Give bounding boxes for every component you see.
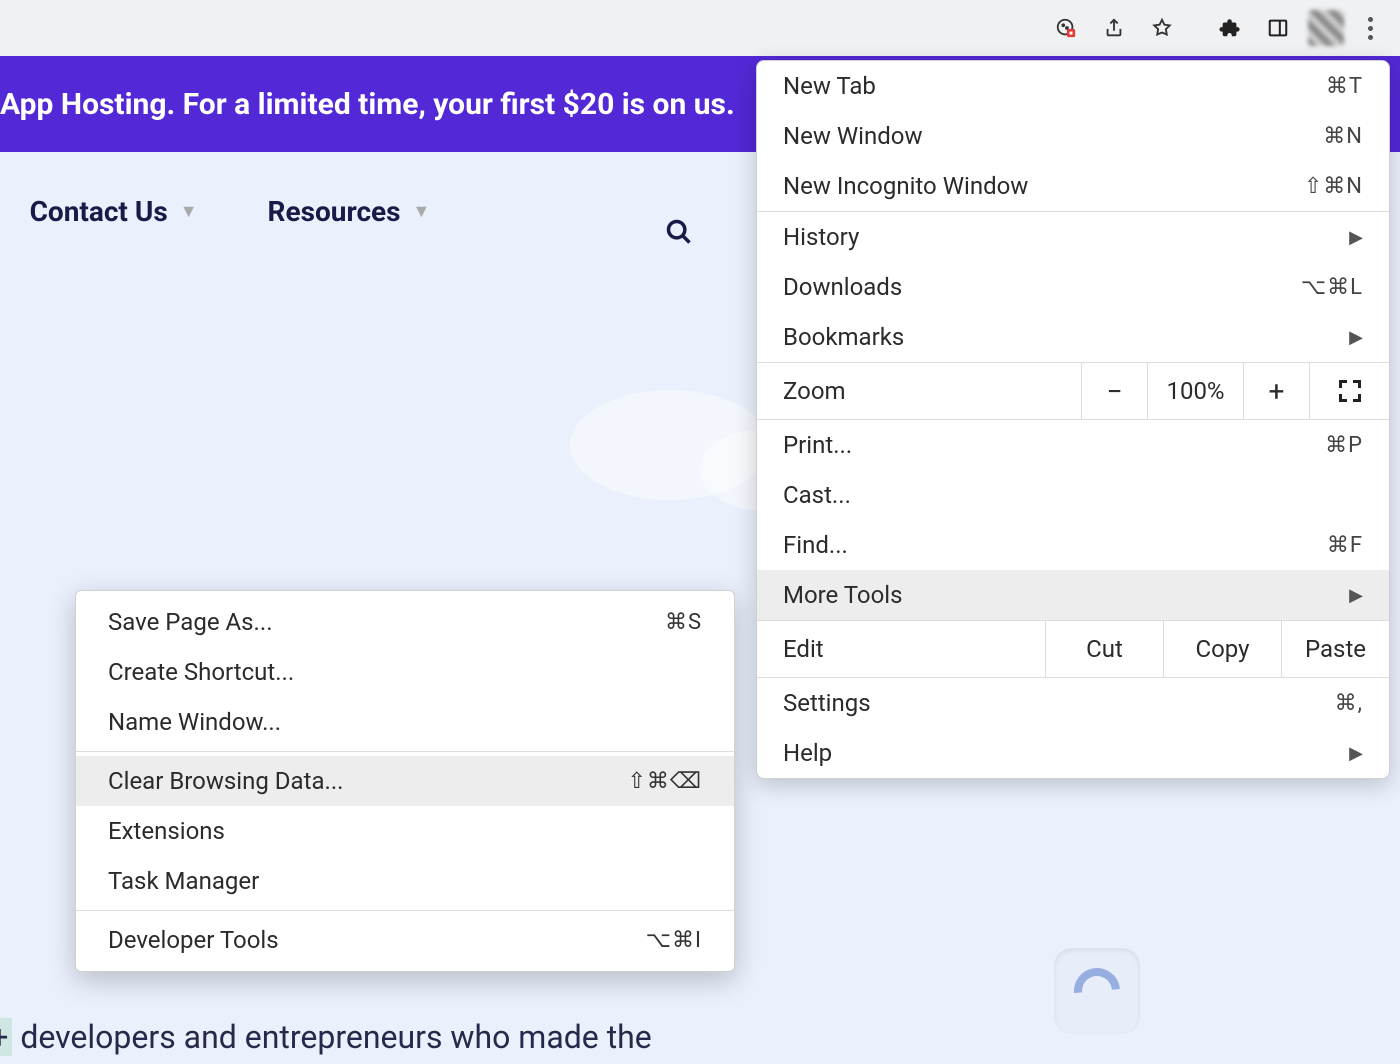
fullscreen-button[interactable] [1309,363,1389,419]
profile-avatar[interactable] [1306,8,1346,48]
menu-more-tools[interactable]: More Tools ▶ [757,570,1389,620]
chevron-down-icon: ▼ [413,201,431,222]
shortcut-text: ⌘F [1327,533,1363,558]
zoom-out-button[interactable]: − [1081,363,1147,419]
menu-edit-row: Edit Cut Copy Paste [757,620,1389,678]
edit-copy-button[interactable]: Copy [1163,621,1281,677]
menu-separator [76,910,734,911]
shortcut-text: ⌘P [1325,433,1363,458]
zoom-value: 100% [1147,363,1243,419]
menu-separator [76,751,734,752]
shortcut-text: ⌘T [1326,74,1363,99]
menu-history[interactable]: History ▶ [757,212,1389,262]
shortcut-text: ⌘N [1323,124,1363,149]
more-tools-submenu: Save Page As... ⌘S Create Shortcut... Na… [75,590,735,972]
menu-find[interactable]: Find... ⌘F [757,520,1389,570]
site-nav: nts Contact Us▼ Resources▼ [0,195,430,228]
cookie-blocked-icon[interactable] [1046,8,1086,48]
nav-item-resources[interactable]: Resources▼ [268,195,431,228]
submenu-clear-browsing-data[interactable]: Clear Browsing Data... ⇧⌘⌫ [76,756,734,806]
chevron-right-icon: ▶ [1349,585,1363,606]
chrome-menu-button[interactable] [1350,8,1390,48]
submenu-name-window[interactable]: Name Window... [76,697,734,747]
menu-downloads[interactable]: Downloads ⌥⌘L [757,262,1389,312]
menu-settings[interactable]: Settings ⌘, [757,678,1389,728]
shortcut-text: ⌥⌘L [1301,275,1363,300]
chevron-down-icon: ▼ [180,201,198,222]
shortcut-text: ⇧⌘N [1304,174,1363,199]
chevron-right-icon: ▶ [1349,743,1363,764]
fullscreen-icon [1339,380,1361,402]
promo-text: App Hosting. For a limited time, your fi… [0,87,735,122]
extensions-puzzle-icon[interactable] [1210,8,1250,48]
submenu-task-manager[interactable]: Task Manager [76,856,734,906]
floating-widget[interactable] [1054,948,1140,1034]
menu-zoom-row: Zoom − 100% + [757,362,1389,420]
menu-print[interactable]: Print... ⌘P [757,420,1389,470]
edit-label: Edit [757,635,1045,663]
menu-new-tab[interactable]: New Tab ⌘T [757,61,1389,111]
menu-bookmarks[interactable]: Bookmarks ▶ [757,312,1389,362]
nav-item-contact[interactable]: Contact Us▼ [30,195,198,228]
submenu-extensions[interactable]: Extensions [76,806,734,856]
chrome-main-menu: New Tab ⌘T New Window ⌘N New Incognito W… [756,60,1390,779]
edit-paste-button[interactable]: Paste [1281,621,1389,677]
search-icon[interactable] [665,218,693,254]
shortcut-text: ⌥⌘I [646,928,702,953]
browser-toolbar [0,0,1400,56]
star-icon[interactable] [1142,8,1182,48]
shortcut-text: ⇧⌘⌫ [627,769,702,794]
submenu-save-page-as[interactable]: Save Page As... ⌘S [76,597,734,647]
menu-new-window[interactable]: New Window ⌘N [757,111,1389,161]
submenu-developer-tools[interactable]: Developer Tools ⌥⌘I [76,915,734,965]
menu-help[interactable]: Help ▶ [757,728,1389,778]
chevron-right-icon: ▶ [1349,327,1363,348]
submenu-create-shortcut[interactable]: Create Shortcut... [76,647,734,697]
sidepanel-icon[interactable] [1258,8,1298,48]
share-icon[interactable] [1094,8,1134,48]
shortcut-text: ⌘S [665,610,702,635]
zoom-in-button[interactable]: + [1243,363,1309,419]
highlight-number: 55,000+ [0,1018,12,1056]
menu-cast[interactable]: Cast... [757,470,1389,520]
chevron-right-icon: ▶ [1349,227,1363,248]
shortcut-text: ⌘, [1335,691,1363,716]
edit-cut-button[interactable]: Cut [1045,621,1163,677]
progress-arc-icon [1065,959,1130,1024]
zoom-label: Zoom [757,377,1081,405]
menu-incognito[interactable]: New Incognito Window ⇧⌘N [757,161,1389,211]
